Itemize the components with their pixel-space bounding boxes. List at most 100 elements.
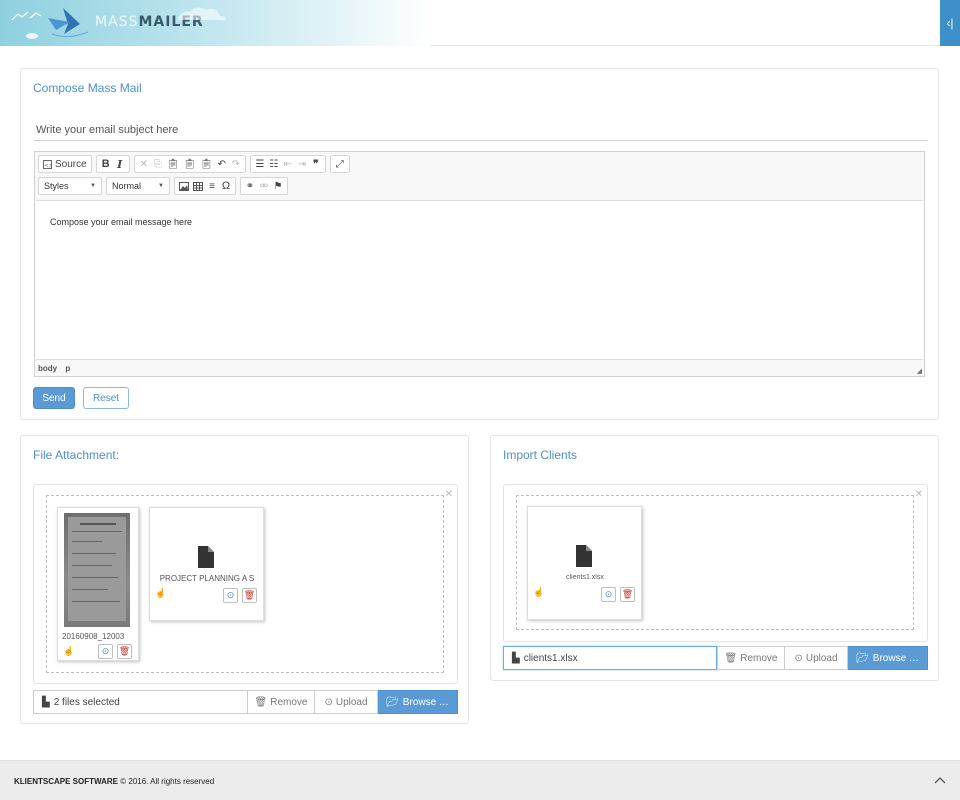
sidebar-toggle-button[interactable]: ‹| bbox=[940, 0, 960, 46]
italic-button[interactable]: I bbox=[113, 156, 127, 172]
special-char-icon[interactable]: Ω bbox=[219, 178, 233, 194]
image-glyph bbox=[179, 181, 189, 191]
brand-name-light: MASS bbox=[95, 14, 139, 30]
bulleted-list-icon[interactable]: ☷ bbox=[267, 156, 281, 172]
maximize-icon[interactable]: ⤢ bbox=[333, 156, 347, 172]
clear-icon[interactable]: ✕ bbox=[445, 489, 453, 500]
clear-icon[interactable]: ✕ bbox=[915, 489, 923, 500]
horizontal-line-icon[interactable]: ≡ bbox=[205, 178, 219, 194]
upload-button[interactable]: ⊙ Upload bbox=[785, 646, 848, 670]
import-thumb: clients1.xlsx ☝ ⊙ 🗑︎ bbox=[527, 506, 642, 620]
upload-circle-icon: ⊙ bbox=[226, 590, 235, 600]
top-header: MASSMAILER ‹| bbox=[0, 0, 960, 46]
browse-button[interactable]: 📂︎ Browse … bbox=[848, 646, 928, 670]
indent-icon[interactable]: ⇥ bbox=[295, 156, 309, 172]
copyright: KLIENTSCAPE SOFTWARE © 2016. All rights … bbox=[14, 777, 214, 786]
styles-dropdown-label: Styles bbox=[44, 181, 69, 191]
attachment-dropzone[interactable]: 20160908_12003 ☝ ⊙ 🗑︎ PROJECT PLANNING A… bbox=[46, 495, 444, 673]
folder-open-icon: 📂︎ bbox=[856, 652, 869, 664]
chevron-down-icon: ▼ bbox=[90, 183, 96, 189]
drag-hand-icon[interactable]: ☝ bbox=[155, 588, 166, 599]
drag-hand-icon[interactable]: ☝ bbox=[533, 587, 544, 598]
unlink-icon[interactable]: ⚮ bbox=[257, 178, 271, 194]
link-group: ⚭ ⚮ ⚑ bbox=[240, 177, 288, 195]
document-photo-preview bbox=[64, 513, 130, 627]
trash-icon: 🗑︎ bbox=[118, 646, 131, 656]
format-dropdown-label: Normal bbox=[112, 181, 142, 191]
undo-icon[interactable]: ↶ bbox=[215, 156, 229, 172]
remove-label: Remove bbox=[270, 696, 308, 708]
import-caption[interactable]: ▙ clients1.xlsx bbox=[503, 646, 717, 670]
upload-circle-icon: ⊙ bbox=[794, 652, 803, 664]
brand-logo-icon bbox=[11, 8, 89, 39]
attachment-caption-text: 2 files selected bbox=[53, 696, 120, 708]
resize-handle-icon[interactable]: ◢ bbox=[917, 367, 922, 375]
editor-toolbar-row-1: <> Source B I ✕ ⎘ 📋︎ 📋︎ 📋︎ ↶ ↷ ☰ ☷ ⇤ ⇥ ❞… bbox=[38, 155, 354, 173]
attachment-preview-area: ✕ 20160908_12003 ☝ ⊙ 🗑︎ PROJECT PLANNING… bbox=[33, 484, 458, 684]
brand-banner: MASSMAILER bbox=[0, 0, 430, 46]
copy-icon[interactable]: ⎘ bbox=[151, 156, 165, 172]
paste-text-icon[interactable]: 📋︎ bbox=[181, 156, 198, 172]
path-body[interactable]: body bbox=[38, 364, 57, 373]
styles-dropdown[interactable]: Styles ▼ bbox=[38, 177, 102, 195]
numbered-list-icon[interactable]: ☰ bbox=[253, 156, 267, 172]
subject-input[interactable] bbox=[34, 119, 928, 141]
file-icon bbox=[198, 546, 214, 568]
editor-message: Compose your email message here bbox=[50, 217, 193, 227]
attachment-file-input-group: ▙ 2 files selected 🗑︎ Remove ⊙ Upload 📂︎ Br… bbox=[33, 690, 458, 714]
editor-body[interactable]: Compose your email message here bbox=[36, 200, 923, 360]
trash-icon: 🗑︎ bbox=[621, 589, 634, 599]
image-icon[interactable] bbox=[177, 178, 191, 194]
attachment-title: File Attachment: bbox=[33, 448, 120, 462]
redo-icon[interactable]: ↷ bbox=[229, 156, 243, 172]
upload-file-button[interactable]: ⊙ bbox=[601, 587, 616, 602]
remove-button[interactable]: 🗑︎ Remove bbox=[717, 646, 785, 670]
drag-hand-icon[interactable]: ☝ bbox=[63, 646, 74, 657]
paste-word-icon[interactable]: 📋︎ bbox=[198, 156, 215, 172]
upload-circle-icon: ⊙ bbox=[101, 646, 110, 656]
blockquote-icon[interactable]: ❞ bbox=[309, 156, 323, 172]
cut-icon[interactable]: ✕ bbox=[137, 156, 151, 172]
outdent-icon[interactable]: ⇤ bbox=[281, 156, 295, 172]
file-icon bbox=[576, 545, 592, 567]
source-label: Source bbox=[55, 158, 87, 170]
anchor-flag-icon[interactable]: ⚑ bbox=[271, 178, 285, 194]
upload-circle-icon: ⊙ bbox=[324, 696, 333, 708]
scroll-to-top-button[interactable] bbox=[934, 773, 946, 787]
import-dropzone[interactable]: clients1.xlsx ☝ ⊙ 🗑︎ bbox=[516, 495, 914, 630]
browse-label: Browse … bbox=[402, 696, 449, 708]
browse-label: Browse … bbox=[872, 652, 919, 664]
reset-button[interactable]: Reset bbox=[83, 387, 129, 409]
paragraph-group: ☰ ☷ ⇤ ⇥ ❞ bbox=[249, 155, 326, 173]
delete-file-button[interactable]: 🗑︎ bbox=[620, 587, 635, 602]
import-clients-panel: Import Clients ✕ clients1.xlsx ☝ ⊙ 🗑︎ ▙ … bbox=[490, 435, 939, 681]
upload-file-button[interactable]: ⊙ bbox=[223, 588, 238, 603]
compose-panel: Compose Mass Mail <> Source B I ✕ ⎘ 📋︎ 📋… bbox=[20, 68, 939, 420]
remove-button[interactable]: 🗑︎ Remove bbox=[247, 690, 315, 714]
insert-group: ≡ Ω bbox=[174, 177, 236, 195]
path-p[interactable]: p bbox=[65, 364, 70, 373]
bold-button[interactable]: B bbox=[99, 156, 113, 172]
cloud-icon bbox=[178, 7, 226, 20]
format-dropdown[interactable]: Normal ▼ bbox=[106, 177, 170, 195]
upload-file-button[interactable]: ⊙ bbox=[98, 644, 113, 659]
attachment-thumb: PROJECT PLANNING A S ☝ ⊙ 🗑︎ bbox=[149, 507, 264, 621]
delete-file-button[interactable]: 🗑︎ bbox=[117, 644, 132, 659]
attachment-caption[interactable]: ▙ 2 files selected bbox=[33, 690, 247, 714]
element-path: body p bbox=[38, 364, 76, 373]
upload-label: Upload bbox=[805, 652, 838, 664]
paste-icon[interactable]: 📋︎ bbox=[165, 156, 182, 172]
send-button[interactable]: Send bbox=[33, 387, 75, 409]
browse-button[interactable]: 📂︎ Browse … bbox=[378, 690, 458, 714]
source-button[interactable]: <> Source bbox=[41, 156, 89, 172]
upload-button[interactable]: ⊙ Upload bbox=[315, 690, 378, 714]
upload-circle-icon: ⊙ bbox=[604, 589, 613, 599]
table-icon[interactable] bbox=[191, 178, 205, 194]
file-icon: ▙ bbox=[42, 696, 50, 708]
delete-file-button[interactable]: 🗑︎ bbox=[242, 588, 257, 603]
rich-text-editor: <> Source B I ✕ ⎘ 📋︎ 📋︎ 📋︎ ↶ ↷ ☰ ☷ ⇤ ⇥ ❞… bbox=[34, 151, 925, 377]
import-file-input-group: ▙ clients1.xlsx 🗑︎ Remove ⊙ Upload 📂︎ Brows… bbox=[503, 646, 928, 670]
link-icon[interactable]: ⚭ bbox=[243, 178, 257, 194]
trash-icon: 🗑︎ bbox=[243, 590, 256, 600]
file-icon: ▙ bbox=[512, 652, 520, 664]
